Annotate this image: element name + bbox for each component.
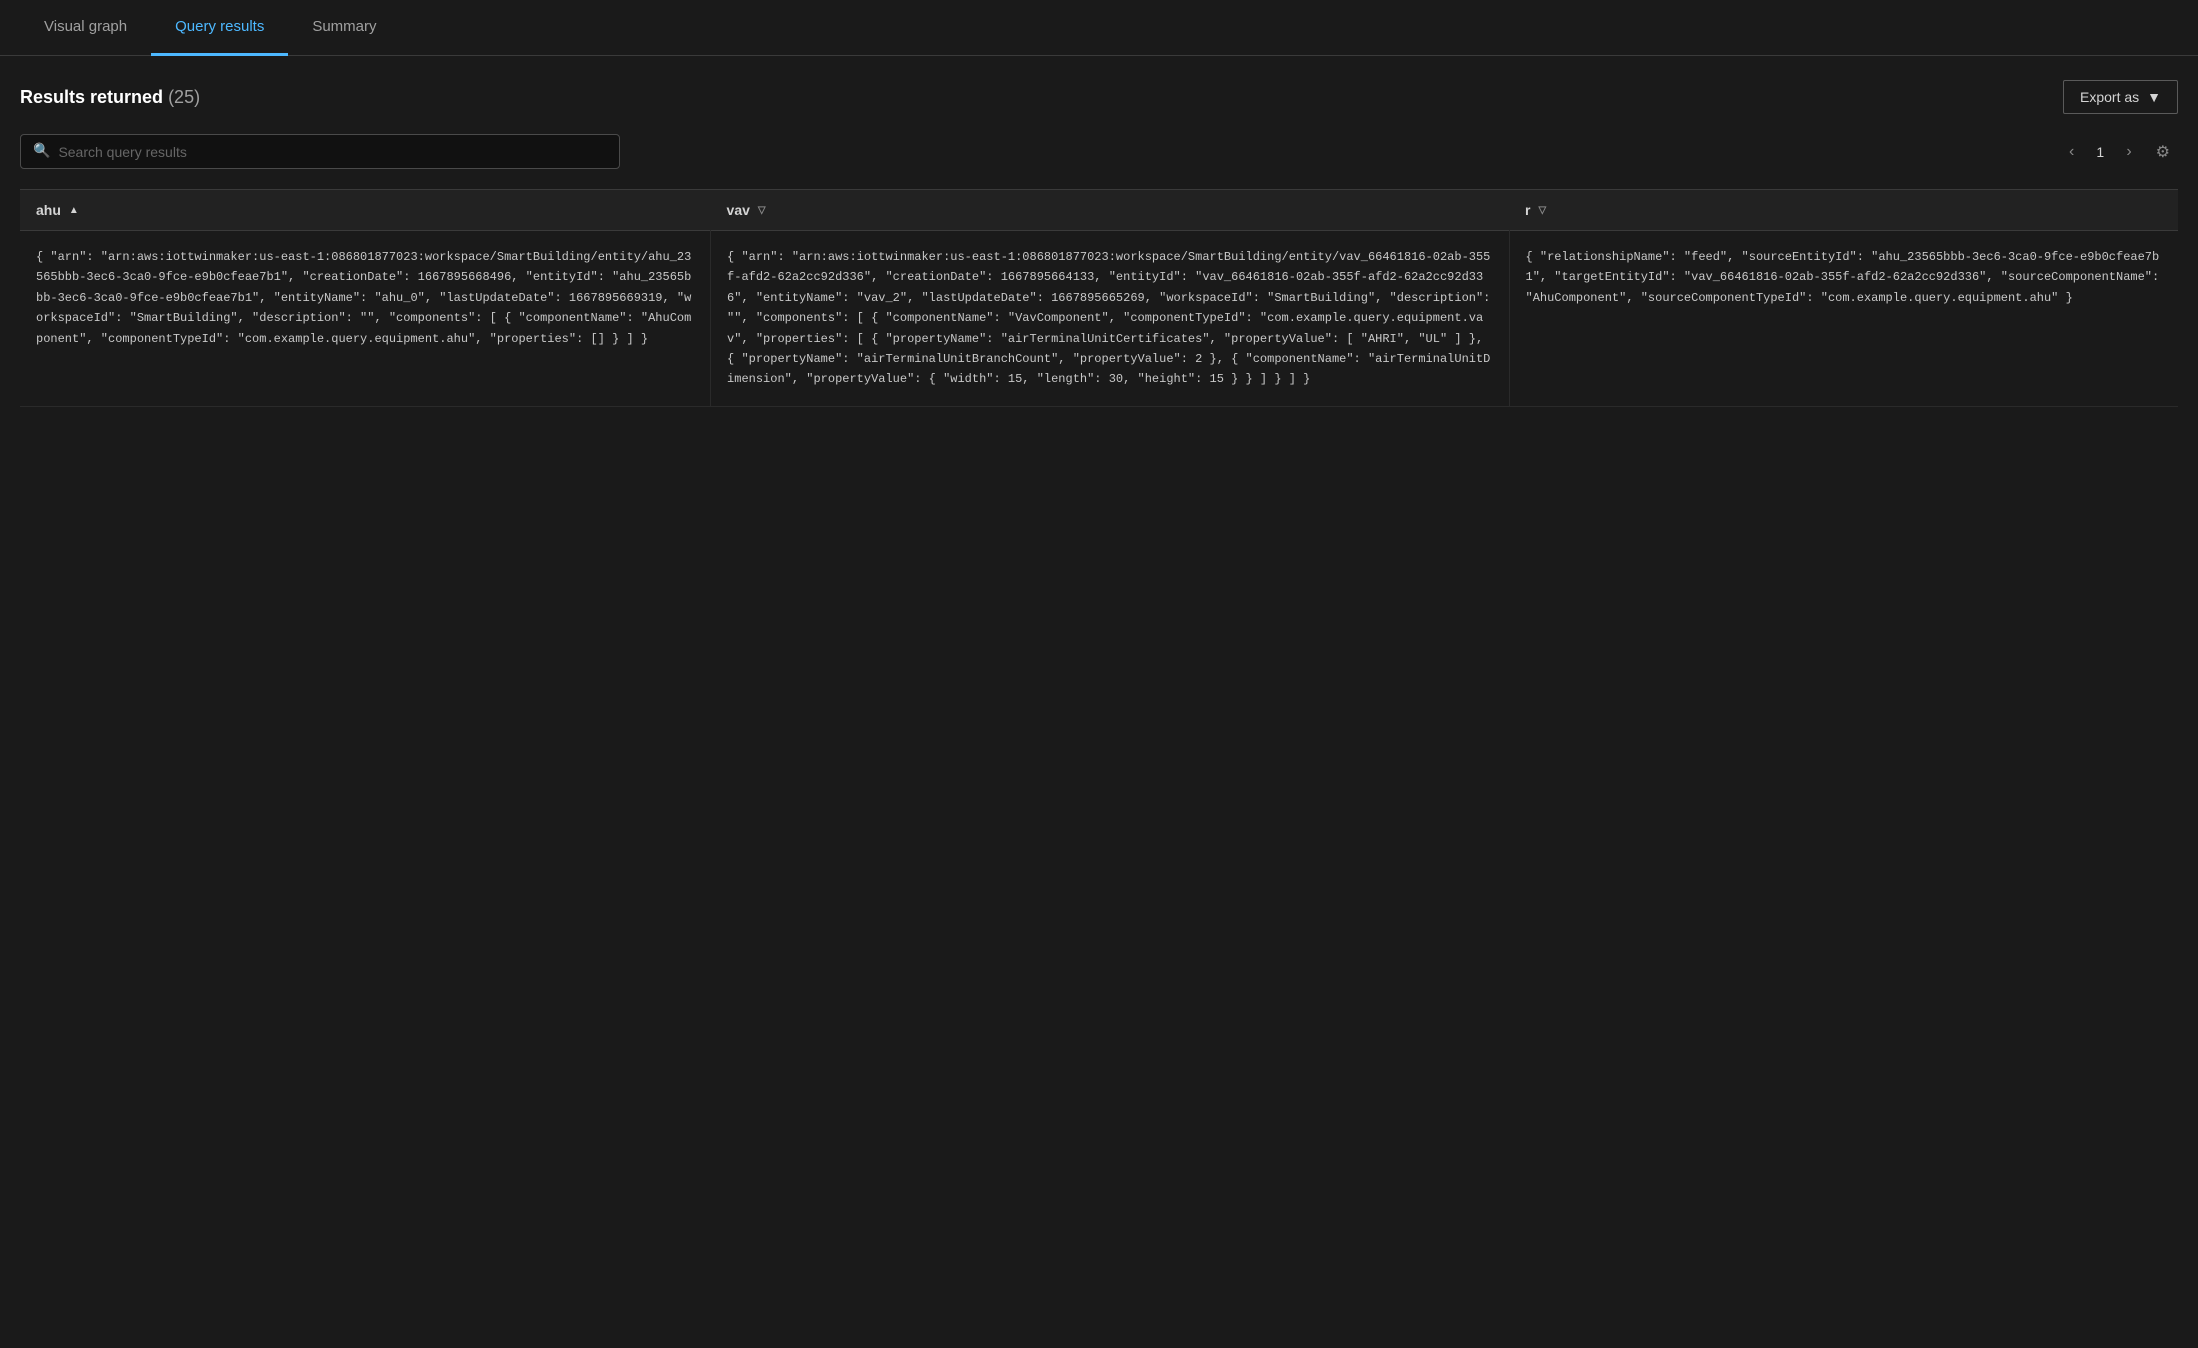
cell-content-vav-0: { "arn": "arn:aws:iottwinmaker:us-east-1… (727, 247, 1492, 390)
pagination-controls: ‹ 1 › ⚙ (2061, 138, 2178, 166)
table-row: { "arn": "arn:aws:iottwinmaker:us-east-1… (20, 231, 2178, 407)
table-header-row: ahu ▲ vav ▽ r ▽ (20, 190, 2178, 231)
col-vav-sort-icon: ▽ (758, 205, 766, 216)
cell-r-0: { "relationshipName": "feed", "sourceEnt… (1509, 231, 2178, 407)
col-r-label: r (1525, 202, 1530, 218)
export-label: Export as (2080, 89, 2139, 105)
results-count: (25) (168, 87, 200, 107)
column-header-r[interactable]: r ▽ (1509, 190, 2178, 231)
cell-vav-0: { "arn": "arn:aws:iottwinmaker:us-east-1… (711, 231, 1509, 407)
cell-ahu-0: { "arn": "arn:aws:iottwinmaker:us-east-1… (20, 231, 711, 407)
prev-page-button[interactable]: ‹ (2061, 139, 2082, 165)
tab-visual-graph[interactable]: Visual graph (20, 0, 151, 56)
column-header-ahu[interactable]: ahu ▲ (20, 190, 711, 231)
col-r-sort-icon: ▽ (1538, 205, 1546, 216)
results-title-text: Results returned (20, 87, 163, 107)
column-header-vav[interactable]: vav ▽ (711, 190, 1509, 231)
results-title: Results returned (25) (20, 87, 200, 108)
search-container: 🔍 (20, 134, 620, 169)
export-button[interactable]: Export as ▼ (2063, 80, 2178, 114)
main-content: Results returned (25) Export as ▼ 🔍 ‹ 1 … (0, 56, 2198, 1348)
page-number: 1 (2090, 144, 2110, 160)
search-input[interactable] (58, 144, 607, 160)
col-vav-label: vav (727, 202, 750, 218)
tab-query-results[interactable]: Query results (151, 0, 288, 56)
search-icon: 🔍 (33, 143, 50, 160)
results-header: Results returned (25) Export as ▼ (20, 80, 2178, 114)
tab-bar: Visual graph Query results Summary (0, 0, 2198, 56)
settings-button[interactable]: ⚙ (2148, 138, 2178, 166)
tab-summary[interactable]: Summary (288, 0, 400, 56)
results-table: ahu ▲ vav ▽ r ▽ (20, 189, 2178, 407)
export-chevron-icon: ▼ (2147, 89, 2161, 105)
cell-content-ahu-0: { "arn": "arn:aws:iottwinmaker:us-east-1… (36, 247, 694, 349)
search-row: 🔍 ‹ 1 › ⚙ (20, 134, 2178, 169)
next-page-button[interactable]: › (2118, 139, 2139, 165)
cell-content-r-0: { "relationshipName": "feed", "sourceEnt… (1526, 247, 2163, 308)
col-ahu-sort-icon: ▲ (69, 205, 79, 216)
app-container: Visual graph Query results Summary Resul… (0, 0, 2198, 1348)
col-ahu-label: ahu (36, 202, 61, 218)
